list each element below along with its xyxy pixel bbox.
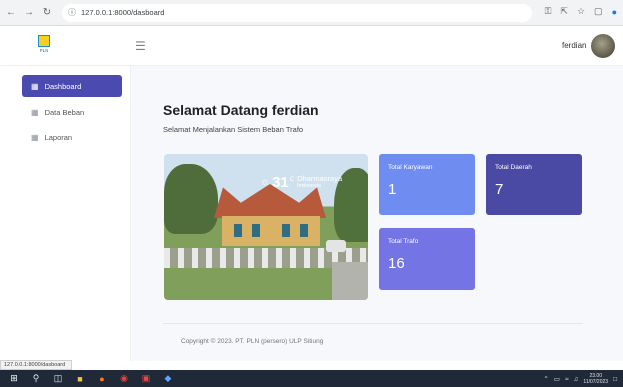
file-explorer-icon[interactable]: ■	[72, 371, 88, 387]
temperature-unit: C	[289, 177, 295, 183]
user-name[interactable]: ferdian	[562, 41, 586, 50]
avatar[interactable]	[591, 34, 615, 58]
notification-icon[interactable]: □	[613, 376, 617, 383]
site-info-icon[interactable]: ⓘ	[68, 7, 76, 18]
window	[252, 224, 260, 237]
stat-card-total-karyawan[interactable]: Total Karyawan 1	[379, 154, 475, 215]
stat-card-value: 1	[388, 181, 397, 198]
windows-start-icon[interactable]: ⊞	[6, 371, 22, 387]
network-icon[interactable]: ≈	[565, 376, 569, 383]
page-subtitle: Selamat Menjalankan Sistem Beban Trafo	[163, 125, 304, 134]
forward-icon[interactable]: →	[22, 6, 36, 20]
reload-icon[interactable]: ↻	[40, 6, 54, 20]
weather-city: Dharmasraya	[297, 174, 343, 183]
weather-overlay: ☼ 31 C Dharmasraya Indonesia	[260, 174, 342, 191]
weather-country: Indonesia	[297, 183, 321, 189]
volume-icon[interactable]: ♫	[574, 376, 579, 383]
stat-card-label: Total Daerah	[495, 164, 532, 171]
back-icon[interactable]: ←	[4, 6, 18, 20]
pln-logo[interactable]: ⚡ PLN	[35, 35, 53, 57]
stat-card-label: Total Karyawan	[388, 164, 433, 171]
window	[300, 224, 308, 237]
chrome-icon[interactable]: ◉	[116, 371, 132, 387]
grid-icon: ▦	[31, 107, 39, 117]
office-photo: ☼ 31 C Dharmasraya Indonesia	[164, 154, 368, 300]
browser-toolbar: ← → ↻ ⓘ 127.0.0.1:8000/dasboard ⚿ ⇱ ☆ ▢ …	[0, 0, 623, 26]
stat-card-label: Total Trafo	[388, 238, 419, 245]
window	[234, 224, 242, 237]
temperature: 31	[272, 174, 289, 191]
stat-card-total-daerah[interactable]: Total Daerah 7	[486, 154, 582, 215]
search-icon[interactable]: ⚲	[28, 371, 44, 387]
tree-left	[164, 164, 218, 234]
logo-text: PLN	[39, 48, 49, 53]
stat-card-total-trafo[interactable]: Total Trafo 16	[379, 228, 475, 290]
share-icon[interactable]: ⇱	[560, 6, 568, 17]
window	[282, 224, 290, 237]
system-tray: ⌃ ▭ ≈ ♫ 23.00 11/07/2023 □	[543, 373, 617, 385]
clock-date: 11/07/2023	[583, 379, 609, 385]
sidebar-item-laporan[interactable]: ▦ Laporan	[22, 126, 122, 148]
firefox-icon[interactable]: ●	[94, 371, 110, 387]
car	[326, 240, 346, 252]
copyright-text: Copyright © 2023. PT. PLN (persero) ULP …	[181, 338, 324, 345]
footer-divider	[163, 323, 583, 324]
stat-card-value: 16	[388, 255, 405, 272]
main-content: Selamat Datang ferdian Selamat Menjalank…	[131, 66, 623, 361]
sun-icon: ☼	[260, 176, 271, 188]
battery-icon[interactable]: ▭	[554, 375, 560, 383]
vscode-icon[interactable]: ◆	[160, 371, 176, 387]
clock[interactable]: 23.00 11/07/2023	[583, 373, 608, 385]
bookmark-star-icon[interactable]: ☆	[577, 6, 585, 17]
app-icon[interactable]: ▣	[138, 371, 154, 387]
address-bar[interactable]: ⓘ 127.0.0.1:8000/dasboard	[62, 3, 532, 22]
grid-icon: ▦	[31, 81, 39, 91]
sidebar-item-dashboard[interactable]: ▦ Dashboard	[22, 75, 122, 97]
grid-icon: ▦	[31, 132, 39, 142]
sidebar-item-label: Dashboard	[44, 81, 82, 91]
url-text: 127.0.0.1:8000/dasboard	[81, 8, 165, 17]
windows-taskbar: ⊞ ⚲ ◫ ■ ● ◉ ▣ ◆ ⌃ ▭ ≈ ♫ 23.00 11/07/2023…	[0, 370, 623, 387]
lightning-icon: ⚡	[38, 35, 50, 47]
page-title: Selamat Datang ferdian	[163, 102, 319, 118]
road	[332, 262, 368, 300]
profile-icon[interactable]: ●	[612, 7, 617, 17]
chevron-up-icon[interactable]: ⌃	[543, 375, 548, 383]
hamburger-menu-icon[interactable]: ☰	[135, 39, 146, 53]
sidebar: ▦ Dashboard ▦ Data Beban ▦ Laporan	[0, 66, 131, 361]
link-status-bar: 127.0.0.1:8000/dasboard	[0, 360, 72, 370]
sidebar-item-label: Data Beban	[44, 107, 85, 117]
app-header: ⚡ PLN ☰ ferdian	[0, 26, 623, 66]
sidebar-item-label: Laporan	[44, 132, 73, 142]
task-view-icon[interactable]: ◫	[50, 371, 66, 387]
weather-location: Dharmasraya Indonesia	[297, 174, 342, 189]
stat-card-value: 7	[495, 181, 504, 198]
sidebar-item-data-beban[interactable]: ▦ Data Beban	[22, 101, 122, 123]
sidebar-panel-icon[interactable]: ▢	[594, 6, 603, 17]
password-key-icon[interactable]: ⚿	[545, 6, 552, 17]
browser-actions: ⚿ ⇱ ☆ ▢ ●	[545, 6, 617, 17]
